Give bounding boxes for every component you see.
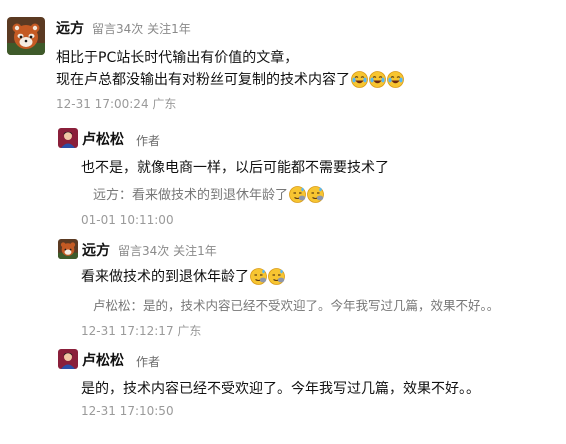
comment-1-timestamp: 12-31 17:00:24 广东 [56, 97, 177, 111]
avatar-author[interactable] [58, 128, 78, 148]
comment-2-username[interactable]: 卢松松 [82, 129, 124, 149]
comment-2-timestamp: 01-01 10:11:00 [81, 213, 174, 227]
red-panda-avatar-icon [7, 17, 45, 55]
comment-3-user-meta: 留言34次 关注1年 [118, 244, 217, 258]
laugh-cry-icon [387, 71, 404, 92]
laugh-cry-icon [369, 71, 386, 92]
comment-1-text-line1: 相比于PC站长时代输出有价值的文章， [56, 50, 299, 66]
wipe-sweat-icon [268, 268, 285, 289]
comment-3-text: 看来做技术的到退休年龄了 [81, 266, 285, 289]
wipe-sweat-icon [307, 186, 324, 207]
avatar-red-panda-small[interactable] [58, 239, 78, 259]
comment-2-text: 也不是，就像电商一样，以后可能都不需要技术了 [81, 160, 389, 176]
comment-3-username[interactable]: 远方 [82, 240, 110, 260]
laugh-cry-icon [351, 71, 368, 92]
comment-2-quote: 远方：看来做技术的到退休年龄了 [93, 184, 324, 207]
comment-2-author-tag: 作者 [136, 134, 161, 148]
comment-2-quote-text: 远方：看来做技术的到退休年龄了 [93, 188, 289, 203]
comment-4-text: 是的，技术内容已经不受欢迎了。今年我写过几篇，效果不好。。 [81, 381, 480, 397]
avatar-red-panda[interactable] [7, 17, 45, 55]
author-avatar-icon [58, 128, 78, 148]
comment-4-author-tag: 作者 [136, 355, 161, 369]
comment-1-username[interactable]: 远方 [56, 18, 84, 38]
comment-1-user-meta: 留言34次 关注1年 [92, 22, 191, 36]
red-panda-avatar-icon [58, 239, 78, 259]
author-avatar-icon [58, 349, 78, 369]
comment-1-text-line2-content: 现在卢总都没输出有对粉丝可复制的技术内容了 [56, 72, 350, 88]
comment-3-timestamp: 12-31 17:12:17 广东 [81, 324, 202, 338]
comment-4-username[interactable]: 卢松松 [82, 350, 124, 370]
avatar-author-2[interactable] [58, 349, 78, 369]
wipe-sweat-icon [250, 268, 267, 289]
comment-3-quote: 卢松松：是的，技术内容已经不受欢迎了。今年我写过几篇，效果不好。。 [93, 298, 500, 313]
wipe-sweat-icon [289, 186, 306, 207]
comment-3-text-content: 看来做技术的到退休年龄了 [81, 269, 249, 285]
comment-4-timestamp: 12-31 17:10:50 [81, 404, 174, 418]
comment-1-text-line2: 现在卢总都没输出有对粉丝可复制的技术内容了 [56, 69, 404, 92]
